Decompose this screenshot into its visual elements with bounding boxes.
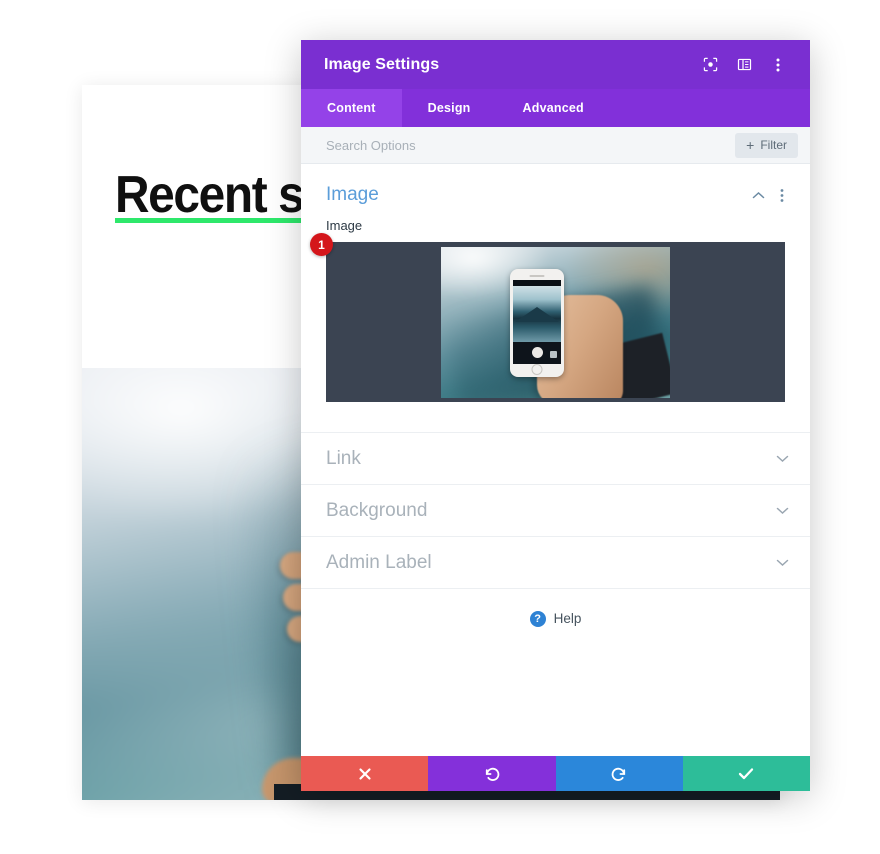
plus-icon: + <box>746 137 755 153</box>
gallery-icon <box>550 350 557 358</box>
tab-design[interactable]: Design <box>402 89 497 127</box>
modal-tabs: Content Design Advanced <box>301 89 810 127</box>
section-link-title: Link <box>326 447 361 469</box>
screenshot-root: Recent sho Image Settings Content Design… <box>0 0 880 854</box>
shutter-icon <box>531 347 543 358</box>
section-background[interactable]: Background <box>301 484 810 536</box>
image-settings-modal: Image Settings Content Design Advanced S… <box>301 40 810 791</box>
image-thumbnail <box>441 246 670 398</box>
modal-titlebar: Image Settings <box>301 40 810 89</box>
modal-footer <box>301 756 810 791</box>
chevron-down-icon[interactable] <box>770 552 794 574</box>
more-vertical-icon[interactable] <box>764 53 792 77</box>
help-icon: ? <box>529 610 546 627</box>
chevron-down-icon[interactable] <box>770 448 794 470</box>
redo-icon <box>611 767 625 781</box>
more-vertical-icon[interactable] <box>770 184 794 206</box>
help-link[interactable]: ? Help <box>301 588 810 648</box>
undo-button[interactable] <box>428 756 556 791</box>
layout-icon[interactable] <box>730 53 758 77</box>
thumbnail-phone <box>510 268 564 377</box>
cancel-button[interactable] <box>301 756 429 791</box>
help-label: Help <box>553 611 582 626</box>
tab-advanced[interactable]: Advanced <box>497 89 610 127</box>
phone-home-button <box>531 363 543 375</box>
save-button[interactable] <box>682 756 810 791</box>
check-icon <box>739 768 754 780</box>
chevron-down-icon[interactable] <box>770 500 794 522</box>
close-icon <box>359 767 371 780</box>
phone-viewfinder-peak <box>515 306 559 322</box>
image-preview[interactable] <box>326 242 785 402</box>
filter-button-label: Filter <box>760 138 787 152</box>
section-background-title: Background <box>326 499 428 521</box>
section-admin-label-title: Admin Label <box>326 551 432 573</box>
chevron-up-icon[interactable] <box>746 184 770 206</box>
section-admin-label[interactable]: Admin Label <box>301 536 810 588</box>
phone-screen <box>513 279 561 364</box>
step-badge: 1 <box>310 233 333 256</box>
undo-icon <box>486 767 500 781</box>
image-upload-area[interactable]: 1 <box>310 233 785 402</box>
section-image-header[interactable]: Image <box>301 164 810 218</box>
section-link[interactable]: Link <box>301 432 810 484</box>
image-field-label: Image <box>326 218 363 233</box>
search-options-bar: + Filter <box>301 127 810 164</box>
modal-title: Image Settings <box>324 55 440 73</box>
phone-viewfinder <box>513 285 561 342</box>
section-image-title: Image <box>326 184 379 205</box>
phone-camera-controls <box>513 341 561 364</box>
phone-speaker <box>529 274 545 277</box>
focus-icon[interactable] <box>696 53 724 77</box>
modal-body: Image Image 1 Link Background Admin Labe… <box>301 164 810 756</box>
filter-button[interactable]: + Filter <box>735 132 798 158</box>
search-input[interactable] <box>326 137 736 153</box>
redo-button[interactable] <box>555 756 683 791</box>
tab-content[interactable]: Content <box>301 89 402 127</box>
